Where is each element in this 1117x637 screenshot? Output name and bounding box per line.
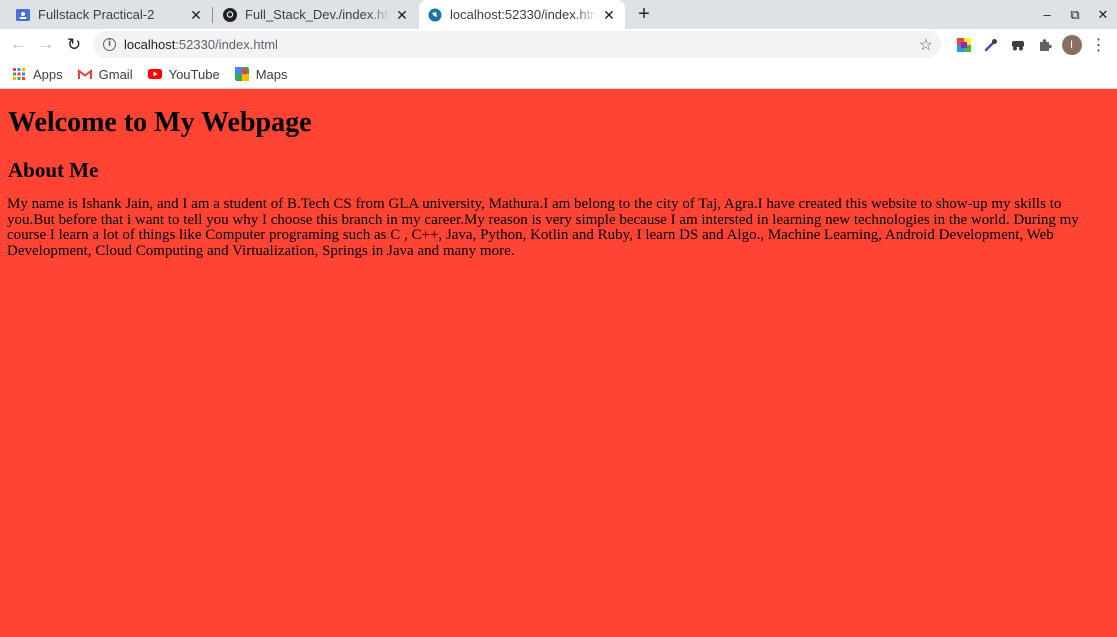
url-text[interactable]: localhost:52330/index.html <box>124 37 278 52</box>
menu-kebab-icon[interactable]: ⋮ <box>1085 31 1112 58</box>
tab-strip: Fullstack Practical-2 ✕ Full_Stack_Dev./… <box>0 0 1117 29</box>
site-info-icon[interactable]: i <box>103 38 116 51</box>
bookmark-label: Apps <box>33 66 63 82</box>
about-paragraph: My name is Ishank Jain, and I am a stude… <box>7 196 1079 259</box>
globe-icon <box>428 8 442 22</box>
gmail-icon <box>77 67 92 81</box>
profile-avatar[interactable]: I <box>1058 31 1085 58</box>
tab-title: Full_Stack_Dev./index.html <box>245 7 390 22</box>
close-icon[interactable]: ✕ <box>601 7 617 23</box>
url-path: :52330/index.html <box>175 37 278 52</box>
reload-button[interactable]: ↻ <box>60 31 88 59</box>
bookmark-label: Maps <box>255 66 288 82</box>
browser-toolbar: ← → ↻ i localhost:52330/index.html ☆ I ⋮ <box>0 29 1117 60</box>
maps-icon <box>234 67 249 81</box>
tab-github-index[interactable]: Full_Stack_Dev./index.html ✕ <box>213 0 418 29</box>
close-window-button[interactable]: ✕ <box>1089 0 1117 29</box>
avatar: I <box>1061 34 1082 55</box>
puzzle-extensions-icon[interactable] <box>1031 31 1058 58</box>
extensions-area: I ⋮ <box>950 29 1112 60</box>
close-icon[interactable]: ✕ <box>394 7 410 23</box>
bookmark-label: YouTube <box>168 66 220 82</box>
bookmark-apps[interactable]: Apps <box>12 67 63 82</box>
back-button[interactable]: ← <box>4 31 32 59</box>
bookmark-youtube[interactable]: YouTube <box>147 66 220 82</box>
new-tab-button[interactable]: + <box>633 3 655 25</box>
about-me-heading: About Me <box>8 158 99 182</box>
apps-grid-icon <box>12 67 26 81</box>
bookmark-maps[interactable]: Maps <box>234 66 288 82</box>
address-bar[interactable]: i localhost:52330/index.html ☆ <box>93 31 941 58</box>
bookmark-gmail[interactable]: Gmail <box>77 66 133 82</box>
minimize-button[interactable]: – <box>1033 0 1061 29</box>
url-host: localhost <box>124 37 176 52</box>
youtube-icon <box>147 67 162 81</box>
classroom-icon <box>16 8 30 22</box>
color-extension-icon[interactable] <box>950 31 977 58</box>
restore-button[interactable]: ⧉ <box>1061 0 1089 29</box>
forward-button[interactable]: → <box>32 31 60 59</box>
incognito-extension-icon[interactable] <box>1004 31 1031 58</box>
bookmark-star-icon[interactable]: ☆ <box>919 35 933 55</box>
github-icon <box>223 7 237 22</box>
page-heading: Welcome to My Webpage <box>8 107 312 138</box>
close-icon[interactable]: ✕ <box>188 7 204 23</box>
tab-localhost[interactable]: localhost:52330/index.html ✕ <box>419 0 625 29</box>
page-content: Welcome to My Webpage About Me My name i… <box>0 90 1117 637</box>
bookmark-label: Gmail <box>98 66 133 82</box>
eyedropper-icon[interactable] <box>977 31 1004 58</box>
tab-title: Fullstack Practical-2 <box>38 7 155 22</box>
tab-title: localhost:52330/index.html <box>450 7 597 22</box>
bookmarks-bar: Apps Gmail YouTube Maps <box>0 60 1117 89</box>
tab-fullstack-practical[interactable]: Fullstack Practical-2 ✕ <box>0 0 212 29</box>
window-controls: – ⧉ ✕ <box>1033 0 1117 29</box>
